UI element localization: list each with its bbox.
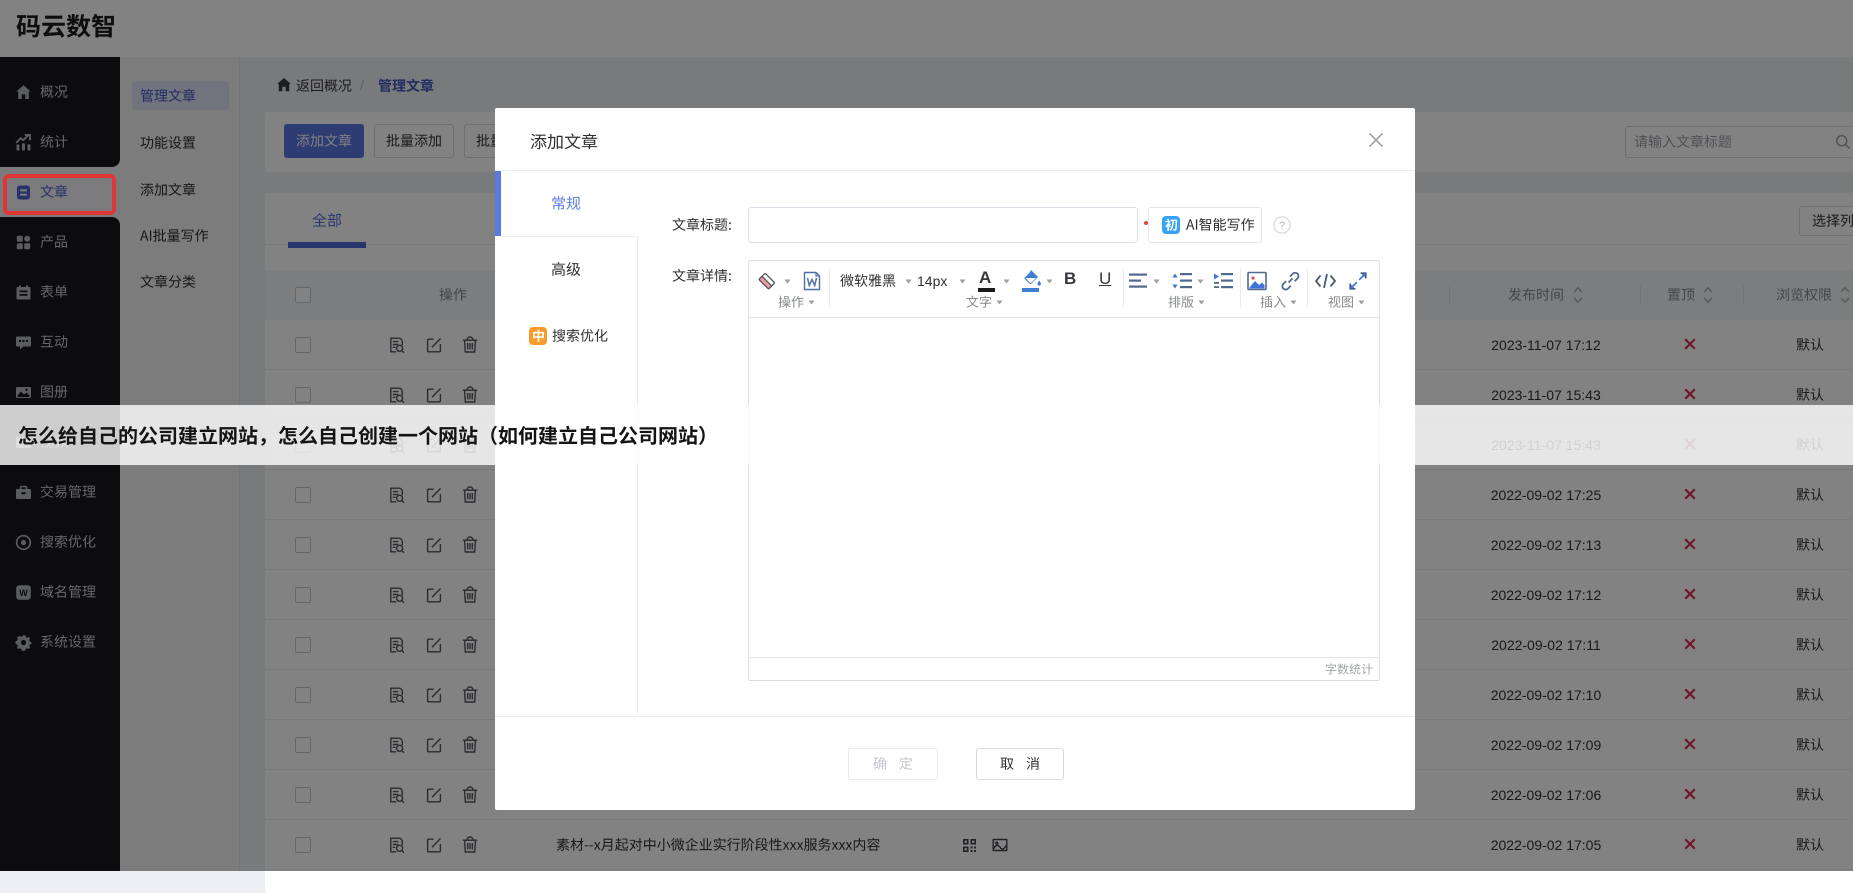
svg-text:?: ?: [1279, 220, 1285, 232]
